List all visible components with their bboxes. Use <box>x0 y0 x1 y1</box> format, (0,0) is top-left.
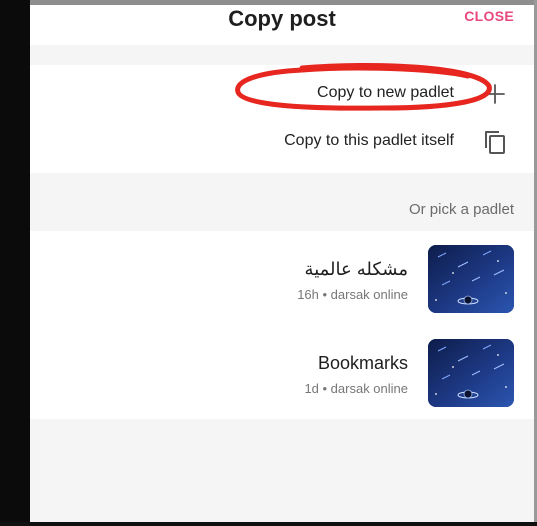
space-thumbnail <box>428 245 514 313</box>
sheet-header: Copy post CLOSE <box>30 5 534 45</box>
copy-to-this-padlet-label: Copy to this padlet itself <box>284 132 454 149</box>
section-label: Or pick a padlet <box>408 201 514 218</box>
padlet-name: مشكله عالمية <box>304 259 408 279</box>
copy-to-this-padlet-button[interactable]: Copy to this padlet itself <box>30 119 534 165</box>
padlet-name: Bookmarks <box>317 353 408 373</box>
close-button[interactable]: CLOSE <box>464 8 514 24</box>
left-edge-bar <box>0 0 30 526</box>
space-thumbnail <box>428 339 514 407</box>
padlet-list-item[interactable]: مشكله عالمية 16h • darsak online <box>30 235 534 327</box>
header-divider-band <box>30 45 534 65</box>
sheet-title: Copy post <box>228 6 336 31</box>
pick-padlet-section: Or pick a padlet <box>30 173 534 231</box>
plus-icon <box>485 84 505 104</box>
bottom-edge <box>0 522 537 526</box>
copy-to-new-padlet-label: Copy to new padlet <box>317 84 454 101</box>
padlet-list-item[interactable]: Bookmarks 1d • darsak online <box>30 329 534 421</box>
copy-icon <box>485 131 505 154</box>
screen-frame: Copy post CLOSE Copy to new padlet Copy … <box>0 0 537 526</box>
copy-to-new-padlet-button[interactable]: Copy to new padlet <box>30 71 534 117</box>
empty-list-area <box>30 419 534 522</box>
copy-post-sheet: Copy post CLOSE Copy to new padlet Copy … <box>30 5 534 522</box>
padlet-meta: 1d • darsak online <box>304 381 408 396</box>
padlet-meta: 16h • darsak online <box>297 287 408 302</box>
